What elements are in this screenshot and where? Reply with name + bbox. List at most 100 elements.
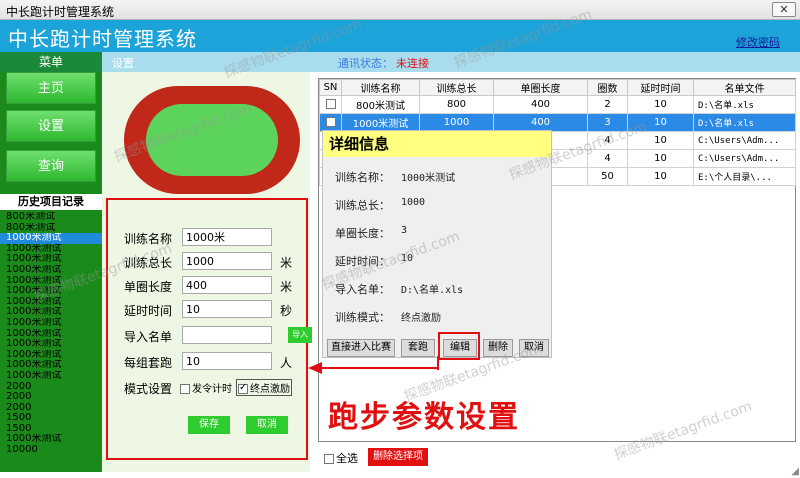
history-item[interactable]: 1000米测试 <box>0 276 102 287</box>
import-button[interactable]: 导入 <box>288 327 312 343</box>
col-delay[interactable]: 延时时间 <box>627 79 694 96</box>
detail-label: 训练模式： <box>335 311 390 324</box>
history-item[interactable]: 1000米测试 <box>0 286 102 297</box>
cell-laps: 50 <box>587 167 628 186</box>
history-item[interactable]: 1000米测试 <box>0 360 102 371</box>
lap-length-input[interactable] <box>182 276 272 294</box>
save-button[interactable]: 保存 <box>188 416 230 434</box>
sub-bar: 菜单 设置 通讯状态： 未连接 <box>0 52 800 72</box>
cell-delay: 10 <box>627 113 694 132</box>
history-item[interactable]: 1000米测试 <box>0 254 102 265</box>
select-all-text: 全选 <box>336 452 358 465</box>
history-item[interactable]: 2000 <box>0 403 102 414</box>
detail-value: D:\名单.xls <box>401 285 464 296</box>
col-total[interactable]: 训练总长 <box>419 79 494 96</box>
row-checkbox[interactable] <box>325 117 336 127</box>
detail-label: 单圈长度： <box>335 227 390 240</box>
row-select-cell[interactable] <box>319 113 342 132</box>
col-laps[interactable]: 圈数 <box>587 79 628 96</box>
annotation-connector <box>437 356 439 370</box>
select-all-option[interactable]: 全选 <box>324 450 358 466</box>
resize-grip-icon[interactable]: ◢ <box>791 466 799 477</box>
group-size-input[interactable] <box>182 352 272 370</box>
history-item[interactable]: 1000米测试 <box>0 350 102 361</box>
lap-length-label: 单圈长度 <box>124 280 173 294</box>
history-item[interactable]: 1000米测试 <box>0 297 102 308</box>
detail-value: 10 <box>401 253 414 264</box>
detail-value: 1000米测试 <box>401 173 456 184</box>
training-name-input[interactable] <box>182 228 272 246</box>
history-item[interactable]: 1500 <box>0 413 102 424</box>
cancel-button[interactable]: 取消 <box>246 416 288 434</box>
delay-time-input[interactable] <box>182 300 272 318</box>
history-item[interactable]: 1500 <box>0 424 102 435</box>
cell-delay: 10 <box>627 167 694 186</box>
close-icon[interactable]: ✕ <box>772 2 796 17</box>
col-sn[interactable]: SN <box>319 79 342 96</box>
col-lap[interactable]: 单圈长度 <box>493 79 588 96</box>
enter-race-button[interactable]: 直接进入比赛 <box>327 339 395 357</box>
history-item[interactable]: 10000 <box>0 445 102 456</box>
history-item[interactable]: 1000米测试 <box>0 434 102 445</box>
connection-status-value: 未连接 <box>396 57 429 70</box>
detail-value: 1000 <box>401 197 426 208</box>
detail-label: 训练名称： <box>335 171 390 184</box>
training-name-label: 训练名称 <box>124 232 173 246</box>
history-item[interactable]: 1000米测试 <box>0 307 102 318</box>
history-item[interactable]: 2000 <box>0 382 102 393</box>
select-all-checkbox[interactable] <box>324 454 334 464</box>
col-name[interactable]: 训练名称 <box>341 79 420 96</box>
nav-home-button[interactable]: 主页 <box>6 72 96 104</box>
history-item[interactable]: 1000米测试 <box>0 233 102 244</box>
mode-start-timing-option[interactable]: 发令计时 <box>180 380 232 395</box>
cell-file: D:\名单.xls <box>693 113 796 132</box>
delay-time-unit: 秒 <box>280 304 293 318</box>
history-item[interactable]: 800米测试 <box>0 212 102 223</box>
detail-value: 3 <box>401 225 408 236</box>
col-file[interactable]: 名单文件 <box>693 79 796 96</box>
group-run-button[interactable]: 套跑 <box>401 339 435 357</box>
change-password-link[interactable]: 修改密码 <box>736 34 780 50</box>
delete-selected-button[interactable]: 删除选择项 <box>368 448 428 466</box>
cell-total: 800 <box>419 95 494 114</box>
window-titlebar: 中长跑计时管理系统 ✕ <box>0 0 800 20</box>
mode-label: 模式设置 <box>124 382 173 396</box>
lap-length-unit: 米 <box>280 280 293 294</box>
detail-cancel-button[interactable]: 取消 <box>519 339 549 357</box>
history-item[interactable]: 1000米测试 <box>0 318 102 329</box>
history-item[interactable]: 2000 <box>0 392 102 403</box>
history-item[interactable]: 1000米测试 <box>0 265 102 276</box>
table-row[interactable]: 800米测试 800 400 2 10 D:\名单.xls <box>319 95 796 114</box>
history-item[interactable]: 1000米测试 <box>0 329 102 340</box>
track-infield <box>146 104 278 176</box>
history-item[interactable]: 800米测试 <box>0 223 102 234</box>
tab-settings[interactable]: 设置 <box>112 55 134 71</box>
nav-query-button[interactable]: 查询 <box>6 150 96 182</box>
cell-laps: 3 <box>587 113 628 132</box>
detail-label: 导入名单： <box>335 283 390 296</box>
app-header: 中长跑计时管理系统 修改密码 <box>0 20 800 52</box>
app-title: 中长跑计时管理系统 <box>8 27 197 51</box>
cell-laps: 4 <box>587 131 628 150</box>
table-row[interactable]: 1000米测试 1000 400 3 10 D:\名单.xls <box>319 113 796 132</box>
history-item[interactable]: 1000米测试 <box>0 244 102 255</box>
mode-finish-option[interactable]: 终点激励 <box>236 379 292 396</box>
row-select-cell[interactable] <box>319 95 342 114</box>
table-header-row: SN 训练名称 训练总长 单圈长度 圈数 延时时间 名单文件 <box>319 79 796 96</box>
detail-label: 训练总长： <box>335 199 390 212</box>
history-item[interactable]: 1000米测试 <box>0 339 102 350</box>
mode-finish-checkbox[interactable] <box>238 382 248 394</box>
import-list-input[interactable] <box>182 326 272 344</box>
total-length-unit: 米 <box>280 256 293 270</box>
total-length-input[interactable] <box>182 252 272 270</box>
mode-start-timing-checkbox[interactable] <box>180 384 190 394</box>
delete-button[interactable]: 删除 <box>483 339 513 357</box>
connection-status-label: 通讯状态： <box>338 57 393 70</box>
detail-label: 延时时间： <box>335 255 390 268</box>
history-item[interactable]: 1000米测试 <box>0 371 102 382</box>
tab-menu[interactable]: 菜单 <box>0 52 102 72</box>
nav-settings-button[interactable]: 设置 <box>6 110 96 142</box>
window-title: 中长跑计时管理系统 <box>6 5 115 19</box>
row-checkbox[interactable] <box>325 99 336 109</box>
cell-lap: 400 <box>493 113 588 132</box>
